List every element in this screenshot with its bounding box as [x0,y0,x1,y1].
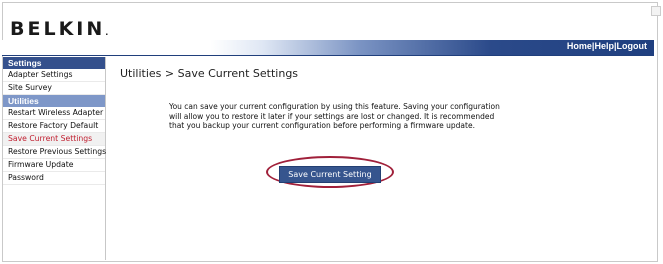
description-text: You can save your current configuration … [169,102,500,130]
sidebar-item-restore-factory-default[interactable]: Restore Factory Default [3,120,105,133]
sidebar-heading-settings: Settings [3,57,105,69]
sidebar-item-restore-previous-settings[interactable]: Restore Previous Settings [3,146,106,159]
header-divider [2,55,654,56]
sidebar-item-adapter-settings[interactable]: Adapter Settings [3,69,105,82]
belkin-logo: BELKIN. [10,18,109,40]
logout-link[interactable]: Logout [617,41,648,51]
home-link[interactable]: Home [567,41,592,51]
sidebar-item-restart-wireless-adapter[interactable]: Restart Wireless Adapter [3,107,105,120]
sidebar-heading-utilities: Utilities [3,95,105,107]
header-banner [2,40,654,55]
save-current-setting-button[interactable]: Save Current Setting [279,166,381,183]
scroll-indicator [651,6,661,16]
sidebar: Settings Adapter Settings Site Survey Ut… [3,57,106,260]
sidebar-item-password[interactable]: Password [3,172,105,185]
page-title: Utilities > Save Current Settings [120,67,299,80]
help-link[interactable]: Help [594,41,614,51]
sidebar-item-site-survey[interactable]: Site Survey [3,82,105,95]
sidebar-item-firmware-update[interactable]: Firmware Update [3,159,105,172]
sidebar-item-save-current-settings[interactable]: Save Current Settings [3,133,105,146]
main-content: Utilities > Save Current Settings You ca… [112,58,652,260]
header-links: Home|Help|Logout [567,41,647,51]
